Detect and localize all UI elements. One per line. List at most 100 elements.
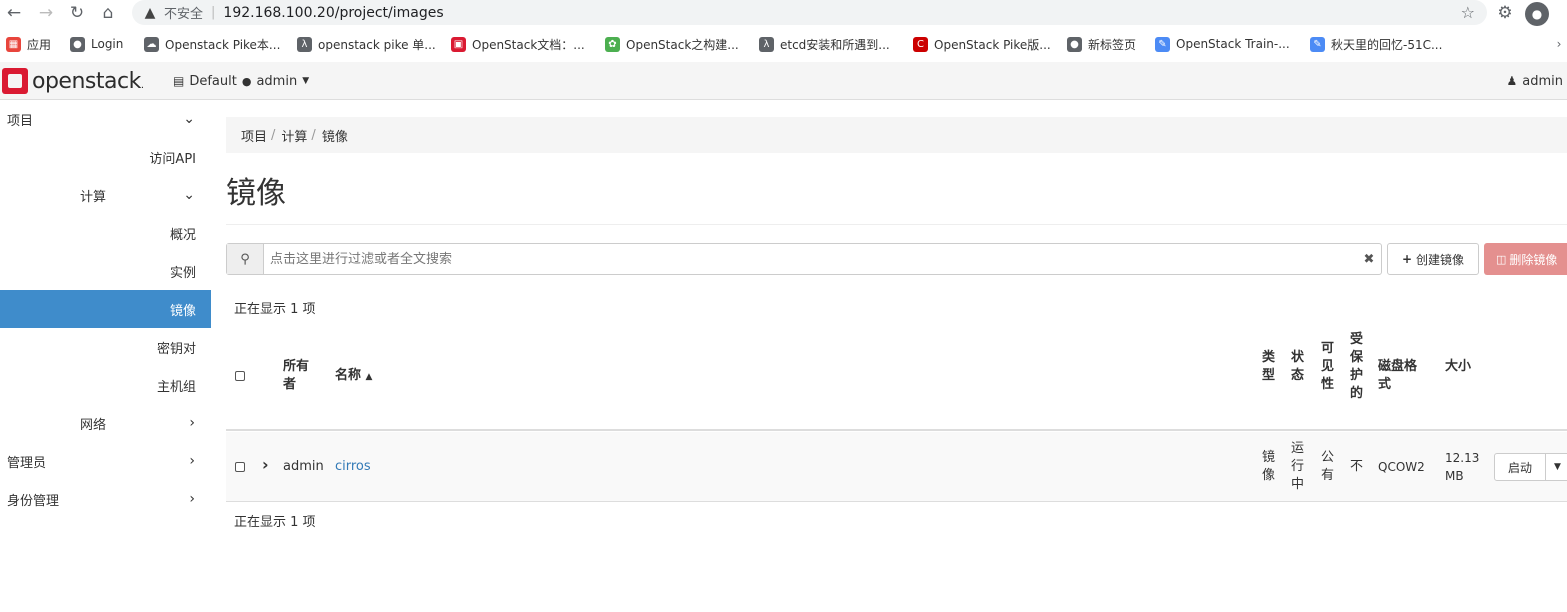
bookmark-item[interactable]: ● Login (70, 32, 123, 56)
search-input[interactable] (264, 244, 1357, 274)
column-type[interactable]: 类型 (1262, 349, 1276, 385)
row-checkbox[interactable] (235, 462, 245, 472)
column-disk-format[interactable]: 磁盘格式 (1378, 358, 1422, 394)
bookmark-item[interactable]: ✿ OpenStack之构建... (605, 32, 739, 56)
chevron-right-icon: › (189, 415, 195, 431)
breadcrumb-item-project[interactable]: 项目 (241, 126, 267, 145)
project-domain: Default (189, 73, 237, 89)
bookmark-item[interactable]: ● 新标签页 (1067, 32, 1136, 56)
delete-image-label: 删除镜像 (1509, 252, 1558, 267)
search-icon[interactable]: ⚲ (227, 244, 264, 274)
column-protected[interactable]: 受保护的 (1350, 331, 1364, 403)
address-separator: | (211, 5, 216, 20)
lambda-icon: λ (759, 36, 774, 52)
profile-avatar-icon[interactable]: ● (1525, 2, 1549, 26)
caret-down-icon[interactable]: ▼ (1546, 453, 1567, 481)
back-icon[interactable]: ← (3, 2, 25, 24)
bookmark-item[interactable]: C OpenStack Pike版... (913, 32, 1051, 56)
chevron-down-icon: ⌄ (183, 187, 195, 203)
select-all-checkbox[interactable] (235, 371, 245, 381)
sidebar-item-network[interactable]: 网络 › (0, 404, 211, 442)
sidebar-item-label: 概况 (169, 227, 196, 243)
cell-name[interactable]: cirros (335, 458, 371, 476)
openstack-logo-mark: . (140, 79, 144, 91)
bookmark-item[interactable]: ✎ OpenStack Train-... (1155, 32, 1290, 56)
column-name[interactable]: 名称 ▲ (335, 367, 372, 386)
bookmark-item[interactable]: ✎ 秋天里的回忆-51C... (1310, 32, 1442, 56)
warning-icon[interactable]: ▲ (142, 5, 158, 21)
sidebar-item-identity[interactable]: 身份管理 › (0, 480, 211, 518)
sidebar-item-access-api[interactable]: 访问API (0, 138, 211, 176)
column-visibility[interactable]: 可见性 (1321, 340, 1335, 394)
bookmark-star-icon[interactable]: ☆ (1461, 3, 1475, 22)
bookmarks-overflow-icon[interactable]: › (1552, 33, 1566, 55)
bookmark-item[interactable]: ▣ OpenStack文档：... (451, 32, 585, 56)
sidebar-item-admin[interactable]: 管理员 › (0, 442, 211, 480)
clear-search-icon[interactable]: ✖ (1357, 252, 1381, 267)
breadcrumb-separator: / (271, 127, 276, 143)
cell-owner: admin (283, 459, 324, 474)
reload-icon[interactable]: ↻ (66, 2, 88, 24)
user-name: admin (1522, 73, 1563, 89)
openstack-logo-icon (2, 68, 28, 94)
bookmark-label: OpenStack Pike版... (934, 37, 1051, 52)
sidebar-item-label: 密钥对 (156, 341, 196, 357)
sidebar-item-label: 主机组 (156, 379, 196, 395)
sidebar-item-images[interactable]: 镜像 (0, 290, 211, 328)
sidebar-item-server-groups[interactable]: 主机组 (0, 366, 211, 404)
user-menu[interactable]: ♟ admin (1507, 62, 1564, 100)
column-status[interactable]: 状态 (1291, 349, 1305, 385)
chevron-right-icon: › (189, 453, 195, 469)
column-size[interactable]: 大小 (1445, 358, 1471, 376)
cell-protected: 不 (1350, 459, 1364, 474)
expand-row-icon[interactable]: › (262, 456, 269, 474)
project-selector[interactable]: ▤ Default ● admin ▼ (173, 62, 309, 100)
sidebar-item-label: 访问API (149, 151, 196, 167)
sidebar-item-key-pairs[interactable]: 密钥对 (0, 328, 211, 366)
bookmark-item[interactable]: ☁ Openstack Pike本... (144, 32, 280, 56)
forward-icon[interactable]: → (35, 2, 57, 24)
sidebar: 项目 ⌄ 访问API 计算 ⌄ 概况 实例 镜像 密钥对 主机组 网络 › 管理… (0, 100, 211, 612)
bookmark-label: Openstack Pike本... (165, 37, 281, 52)
bookmark-item[interactable]: λ etcd安装和所遇到... (759, 32, 890, 56)
create-image-button[interactable]: + 创建镜像 (1387, 243, 1479, 275)
table-row[interactable]: › admin cirros 镜像 运行中 公有 不 QCOW2 12.13 M… (226, 432, 1567, 502)
openstack-logo-text: openstack (32, 68, 141, 94)
launch-button[interactable]: 启动 (1494, 453, 1546, 481)
cell-visibility: 公有 (1321, 450, 1335, 483)
sidebar-item-instances[interactable]: 实例 (0, 252, 211, 290)
globe-icon: ● (70, 36, 85, 52)
create-image-label: 创建镜像 (1416, 252, 1465, 267)
pen-icon: ✎ (1310, 36, 1325, 52)
openstack-logo[interactable]: openstack . (2, 67, 144, 95)
security-label[interactable]: 不安全 (164, 3, 203, 22)
bookmark-label: 秋天里的回忆-51C... (1331, 37, 1443, 52)
bookmark-label: 新标签页 (1088, 37, 1137, 52)
breadcrumb-item-compute[interactable]: 计算 (281, 126, 307, 145)
table-header: 所有者 名称 ▲ 类型 状态 可见性 受保护的 磁盘格式 大小 (226, 325, 1567, 431)
sidebar-item-compute[interactable]: 计算 ⌄ (0, 176, 211, 214)
lambda-icon: λ (297, 36, 312, 52)
title-divider (226, 224, 1567, 225)
project-dot-icon: ● (241, 74, 252, 88)
globe-icon: ● (1067, 36, 1082, 52)
trash-icon: ◫ (1496, 252, 1507, 266)
bookmark-label: OpenStack Train-... (1176, 37, 1290, 51)
column-owner[interactable]: 所有者 (283, 358, 313, 394)
cell-type: 镜像 (1262, 450, 1276, 483)
bookmark-item[interactable]: λ openstack pike 单... (297, 32, 436, 56)
url-text[interactable]: 192.168.100.20/project/images (223, 5, 443, 21)
browser-chrome: ← → ↻ ⌂ ▲ 不安全 | 192.168.100.20/project/i… (0, 0, 1567, 62)
sidebar-item-label: 项目 (7, 113, 34, 129)
bookmarks-bar: ▦ 应用 ● Login ☁ Openstack Pike本... λ openstack p… (0, 32, 1567, 56)
delete-image-button[interactable]: ◫ 删除镜像 (1484, 243, 1567, 275)
sidebar-item-label: 计算 (80, 189, 107, 205)
cloud-icon: ☁ (144, 36, 159, 52)
address-bar[interactable]: ▲ 不安全 | 192.168.100.20/project/images ☆ (132, 0, 1487, 25)
sort-asc-icon: ▲ (365, 372, 373, 382)
sidebar-item-overview[interactable]: 概况 (0, 214, 211, 252)
extensions-icon[interactable]: ⚙ (1494, 2, 1516, 24)
bookmark-item[interactable]: ▦ 应用 (6, 32, 51, 56)
home-icon[interactable]: ⌂ (97, 2, 119, 24)
sidebar-item-project[interactable]: 项目 ⌄ (0, 100, 211, 138)
